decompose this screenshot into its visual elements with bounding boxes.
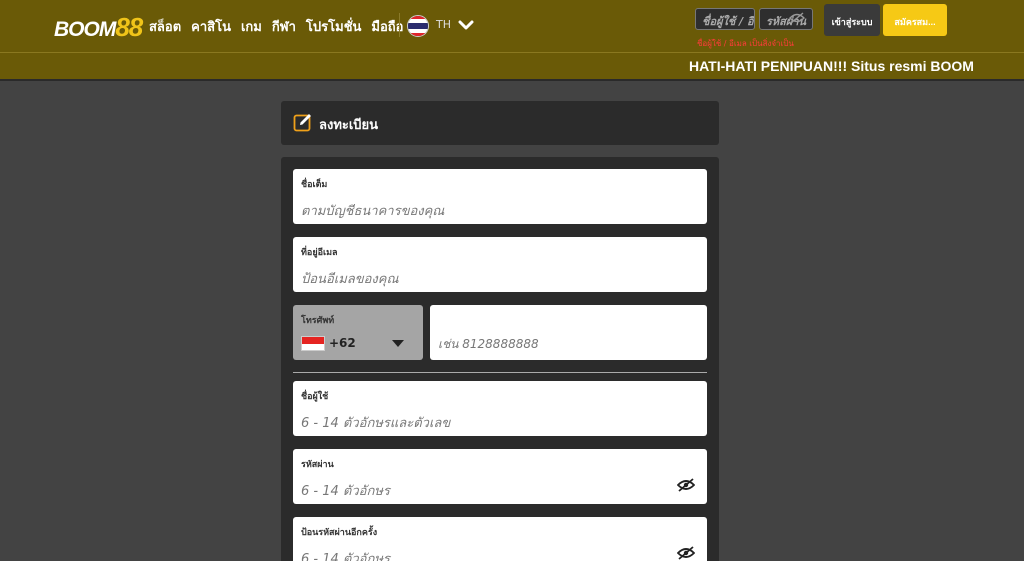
phone-country-select[interactable]: โทรศัพท์ +62 bbox=[293, 305, 423, 360]
login-username-input[interactable]: ชื่อผู้ใช้ / อีเมล bbox=[695, 8, 755, 30]
password-label: รหัสผ่าน bbox=[301, 460, 334, 470]
nav-item-games[interactable]: เกม bbox=[241, 16, 262, 37]
login-warning-text: ชื่อผู้ใช้ / อีเมล เป็นสิ่งจำเป็น bbox=[697, 39, 794, 48]
top-header: BOOM88 สล็อต คาสิโน เกม กีฬา โปรโมชั่น ม… bbox=[0, 0, 1024, 52]
register-title-card: ลงทะเบียน bbox=[281, 101, 719, 145]
nav-item-casino[interactable]: คาสิโน bbox=[191, 16, 231, 37]
marquee-text: HATI-HATI PENIPUAN!!! Situs resmi BOOM bbox=[689, 58, 974, 74]
form-divider bbox=[293, 372, 707, 373]
logo-text: BOOM bbox=[54, 18, 116, 41]
username-label: ชื่อผู้ใช้ bbox=[301, 392, 329, 402]
logo-number: 88 bbox=[115, 12, 143, 42]
page-title: ลงทะเบียน bbox=[319, 118, 379, 133]
phone-number-field[interactable]: เช่น 8128888888 bbox=[430, 305, 707, 360]
phone-number-input[interactable]: เช่น 8128888888 bbox=[438, 335, 539, 354]
caret-down-icon[interactable] bbox=[392, 340, 404, 347]
username-field[interactable]: ชื่อผู้ใช้ 6 - 14 ตัวอักษรและตัวเลข bbox=[293, 381, 707, 436]
password-field[interactable]: รหัสผ่าน 6 - 14 ตัวอักษร bbox=[293, 449, 707, 504]
email-input[interactable]: ป้อนอีเมลของคุณ bbox=[301, 268, 399, 289]
announcement-marquee: HATI-HATI PENIPUAN!!! Situs resmi BOOM bbox=[0, 52, 1024, 81]
confirm-password-field[interactable]: ป้อนรหัสผ่านอีกครั้ง 6 - 14 ตัวอักษร bbox=[293, 517, 707, 561]
main-nav: สล็อต คาสิโน เกม กีฬา โปรโมชั่น มือถือ bbox=[149, 16, 413, 37]
nav-item-slots[interactable]: สล็อต bbox=[149, 16, 181, 37]
phone-label: โทรศัพท์ bbox=[301, 316, 335, 326]
email-label: ที่อยู่อีเมล bbox=[301, 248, 338, 258]
edit-icon bbox=[293, 114, 311, 132]
nav-divider bbox=[399, 13, 400, 37]
confirm-password-label: ป้อนรหัสผ่านอีกครั้ง bbox=[301, 528, 378, 538]
login-button[interactable]: เข้าสู่ระบบ bbox=[824, 4, 880, 36]
register-button[interactable]: สมัครสม... bbox=[883, 4, 947, 36]
eye-slash-icon[interactable] bbox=[789, 12, 805, 24]
password-input[interactable]: 6 - 14 ตัวอักษร bbox=[301, 480, 390, 501]
dial-code: +62 bbox=[329, 336, 356, 350]
thailand-flag-icon[interactable] bbox=[407, 15, 429, 37]
eye-slash-icon[interactable] bbox=[677, 478, 695, 492]
fullname-label: ชื่อเต็ม bbox=[301, 180, 328, 190]
language-code[interactable]: TH bbox=[436, 18, 451, 31]
username-input[interactable]: 6 - 14 ตัวอักษรและตัวเลข bbox=[301, 412, 450, 433]
nav-item-promotions[interactable]: โปรโมชั่น bbox=[306, 16, 361, 37]
confirm-password-input[interactable]: 6 - 14 ตัวอักษร bbox=[301, 548, 390, 561]
chevron-down-icon[interactable] bbox=[458, 14, 474, 36]
fullname-field[interactable]: ชื่อเต็ม ตามบัญชีธนาคารของคุณ bbox=[293, 169, 707, 224]
indonesia-flag-icon bbox=[301, 336, 325, 351]
nav-item-sports[interactable]: กีฬา bbox=[272, 16, 296, 37]
brand-logo[interactable]: BOOM88 bbox=[54, 12, 143, 43]
eye-slash-icon[interactable] bbox=[677, 546, 695, 560]
email-field[interactable]: ที่อยู่อีเมล ป้อนอีเมลของคุณ bbox=[293, 237, 707, 292]
fullname-input[interactable]: ตามบัญชีธนาคารของคุณ bbox=[301, 200, 444, 221]
